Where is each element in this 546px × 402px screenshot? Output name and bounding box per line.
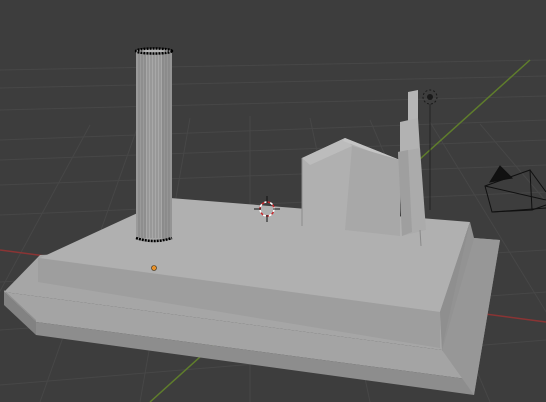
3d-viewport[interactable]	[0, 0, 546, 402]
column[interactable]	[134, 47, 174, 243]
origin-point-icon[interactable]	[151, 265, 157, 271]
viewport-scene[interactable]	[0, 0, 546, 402]
